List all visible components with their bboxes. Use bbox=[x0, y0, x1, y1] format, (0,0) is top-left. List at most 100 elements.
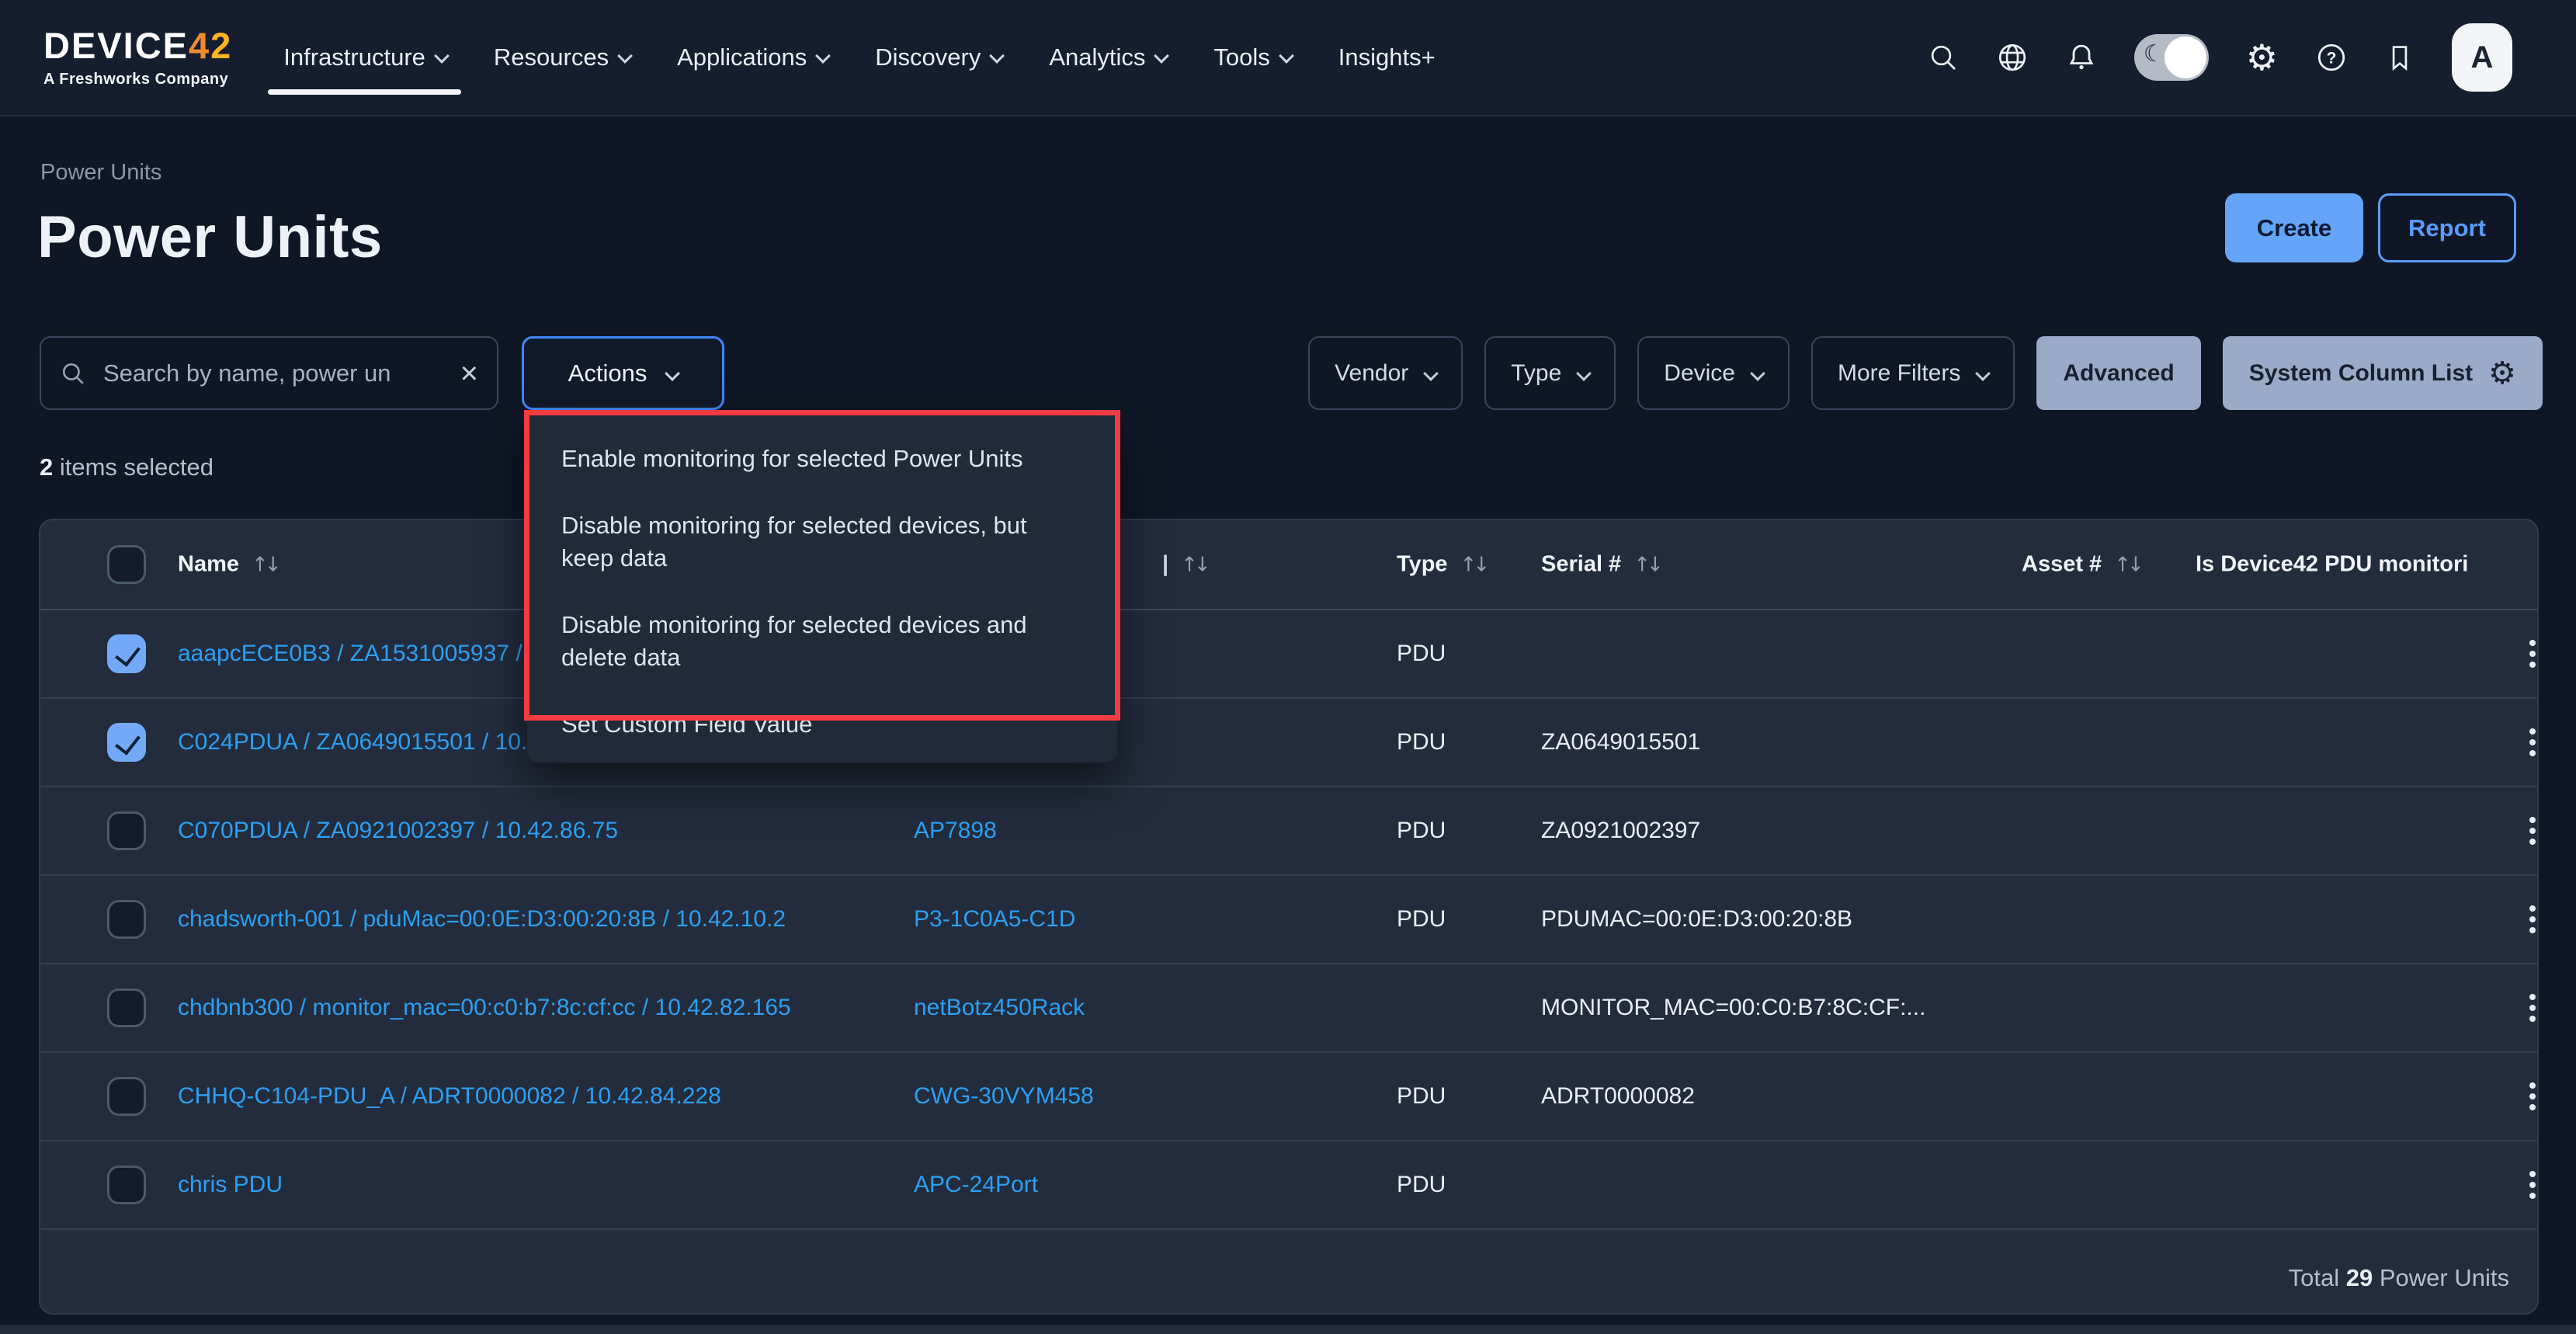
svg-text:?: ? bbox=[2327, 50, 2337, 68]
actions-menu-item[interactable]: Disable monitoring for selected devices … bbox=[561, 609, 1043, 674]
column-header-serial[interactable]: Serial #↑↓ bbox=[1541, 552, 1660, 578]
row-name-link[interactable]: C070PDUA / ZA0921002397 / 10.42.86.75 bbox=[178, 818, 618, 844]
chevron-down-icon bbox=[665, 366, 680, 381]
actions-button-label: Actions bbox=[568, 360, 647, 387]
nav-item[interactable]: Applications bbox=[675, 39, 830, 76]
row-checkbox[interactable] bbox=[107, 811, 146, 850]
nav-item[interactable]: Infrastructure bbox=[282, 39, 449, 76]
nav-item[interactable]: Insights+ bbox=[1337, 39, 1437, 76]
language-globe-icon[interactable] bbox=[1996, 41, 2029, 74]
column-header-hidden-remnant[interactable]: |↑↓ bbox=[1162, 552, 1207, 578]
row-checkbox[interactable] bbox=[107, 634, 146, 673]
notifications-bell-icon[interactable] bbox=[2066, 42, 2097, 73]
bookmark-icon[interactable] bbox=[2385, 43, 2415, 72]
filter-dropdown[interactable]: Vendor bbox=[1308, 336, 1463, 410]
nav-item[interactable]: Discovery bbox=[873, 39, 1004, 76]
row-menu-kebab-icon[interactable] bbox=[2522, 986, 2539, 1030]
column-header-is-pdu-monitoring[interactable]: Is Device42 PDU monitori bbox=[2196, 552, 2468, 578]
row-type: PDU bbox=[1397, 729, 1446, 756]
help-icon[interactable]: ? bbox=[2315, 41, 2348, 74]
row-checkbox[interactable] bbox=[107, 988, 146, 1027]
device42-logo[interactable]: DEVICE42 A Freshworks Company bbox=[43, 27, 232, 89]
row-checkbox[interactable] bbox=[107, 1166, 146, 1204]
create-button[interactable]: Create bbox=[2225, 193, 2363, 262]
nav-item[interactable]: Analytics bbox=[1047, 39, 1168, 76]
row-model-link[interactable]: CWG-30VYM458 bbox=[914, 1083, 1094, 1110]
system-column-list-button[interactable]: System Column List ⚙ bbox=[2223, 336, 2543, 410]
row-name-link[interactable]: CHHQ-C104-PDU_A / ADRT0000082 / 10.42.84… bbox=[178, 1083, 721, 1110]
select-all-checkbox[interactable] bbox=[107, 545, 146, 584]
logo-text: DEVICE42 bbox=[43, 27, 232, 64]
report-button[interactable]: Report bbox=[2378, 193, 2516, 262]
chevron-down-icon bbox=[989, 48, 1005, 64]
row-menu-kebab-icon[interactable] bbox=[2522, 721, 2539, 764]
actions-button[interactable]: Actions bbox=[522, 336, 724, 410]
nav-item-label: Tools bbox=[1213, 43, 1269, 71]
row-type: PDU bbox=[1397, 906, 1446, 933]
nav-item[interactable]: Tools bbox=[1212, 39, 1293, 76]
moon-icon: ☾ bbox=[2144, 40, 2165, 68]
column-header-name[interactable]: Name↑↓ bbox=[178, 552, 278, 578]
logo-tagline: A Freshworks Company bbox=[43, 71, 232, 89]
search-icon[interactable] bbox=[1928, 42, 1959, 73]
chevron-down-icon bbox=[1975, 366, 1991, 381]
table-row: aaapcECE0B3 / ZA1531005937 / 1 PDU bbox=[40, 610, 2537, 699]
actions-menu-item[interactable]: Set Custom Field Value bbox=[561, 708, 1043, 741]
row-type: PDU bbox=[1397, 1172, 1446, 1198]
filter-dropdown[interactable]: Device bbox=[1637, 336, 1790, 410]
filter-dropdown[interactable]: Type bbox=[1484, 336, 1616, 410]
row-menu-kebab-icon[interactable] bbox=[2522, 809, 2539, 853]
actions-dropdown-menu: Enable monitoring for selected Power Uni… bbox=[527, 413, 1117, 763]
table-footer: Total 29 Power Units bbox=[40, 1230, 2537, 1315]
actions-menu-item[interactable]: Enable monitoring for selected Power Uni… bbox=[561, 443, 1043, 475]
row-model-link[interactable]: netBotz450Rack bbox=[914, 995, 1085, 1021]
chevron-down-icon bbox=[1154, 48, 1169, 64]
row-type: PDU bbox=[1397, 1083, 1446, 1110]
table-row: chris PDU APC-24Port PDU bbox=[40, 1141, 2537, 1230]
actions-menu-item[interactable]: Disable monitoring for selected devices,… bbox=[561, 509, 1043, 575]
search-input[interactable] bbox=[102, 359, 445, 388]
column-header-asset[interactable]: Asset #↑↓ bbox=[2022, 552, 2140, 578]
clear-search-icon[interactable]: × bbox=[460, 358, 478, 389]
row-checkbox[interactable] bbox=[107, 1077, 146, 1116]
nav-item-label: Applications bbox=[677, 43, 807, 71]
row-name-link[interactable]: aaapcECE0B3 / ZA1531005937 / 1 bbox=[178, 641, 542, 667]
nav-item[interactable]: Resources bbox=[492, 39, 632, 76]
column-header-type[interactable]: Type↑↓ bbox=[1397, 552, 1486, 578]
chevron-down-icon bbox=[1423, 366, 1439, 381]
settings-gear-icon[interactable]: ⚙ bbox=[2246, 42, 2278, 73]
row-checkbox[interactable] bbox=[107, 900, 146, 939]
row-menu-kebab-icon[interactable] bbox=[2522, 1075, 2539, 1118]
row-serial: ZA0921002397 bbox=[1541, 818, 1700, 844]
user-avatar[interactable]: A bbox=[2452, 23, 2512, 92]
sort-icon[interactable]: ↑↓ bbox=[252, 553, 278, 576]
row-checkbox[interactable] bbox=[107, 723, 146, 762]
row-menu-kebab-icon[interactable] bbox=[2522, 898, 2539, 941]
theme-toggle[interactable]: ☾ bbox=[2134, 34, 2209, 81]
filters-bar: Vendor Type Device More Filters Advanced… bbox=[1308, 336, 2543, 410]
nav-item-label: Resources bbox=[494, 43, 609, 71]
filter-dropdown[interactable]: More Filters bbox=[1811, 336, 2015, 410]
row-model-link[interactable]: AP7898 bbox=[914, 818, 997, 844]
row-name-link[interactable]: chadsworth-001 / pduMac=00:0E:D3:00:20:8… bbox=[178, 906, 786, 933]
row-menu-kebab-icon[interactable] bbox=[2522, 1163, 2539, 1207]
sort-icon[interactable]: ↑↓ bbox=[1181, 553, 1207, 576]
system-column-list-label: System Column List bbox=[2249, 360, 2473, 387]
row-menu-kebab-icon[interactable] bbox=[2522, 632, 2539, 676]
sort-icon[interactable]: ↑↓ bbox=[2114, 553, 2140, 576]
sort-icon[interactable]: ↑↓ bbox=[1460, 553, 1487, 576]
chevron-down-icon bbox=[617, 48, 633, 64]
row-model-link[interactable]: P3-1C0A5-C1D bbox=[914, 906, 1075, 933]
row-name-link[interactable]: chdbnb300 / monitor_mac=00:c0:b7:8c:cf:c… bbox=[178, 995, 791, 1021]
chevron-down-icon bbox=[1279, 48, 1294, 64]
search-input-icon bbox=[60, 360, 86, 387]
row-serial: PDUMAC=00:0E:D3:00:20:8B bbox=[1541, 906, 1852, 933]
row-name-link[interactable]: chris PDU bbox=[178, 1172, 283, 1198]
row-name-link[interactable]: C024PDUA / ZA0649015501 / 10.4 bbox=[178, 729, 540, 756]
advanced-button[interactable]: Advanced bbox=[2036, 336, 2200, 410]
chevron-down-icon bbox=[1750, 366, 1765, 381]
breadcrumb: Power Units bbox=[40, 160, 161, 186]
row-model-link[interactable]: APC-24Port bbox=[914, 1172, 1038, 1198]
sort-icon[interactable]: ↑↓ bbox=[1633, 553, 1660, 576]
table-row: chdbnb300 / monitor_mac=00:c0:b7:8c:cf:c… bbox=[40, 964, 2537, 1053]
